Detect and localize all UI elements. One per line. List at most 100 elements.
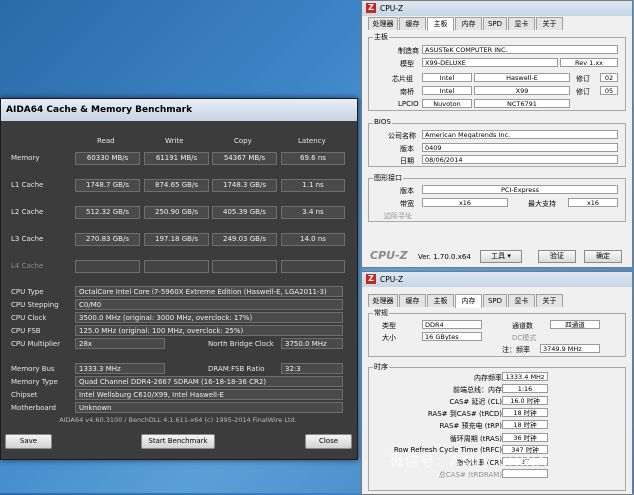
timings-group-title: 时序 (373, 362, 389, 372)
memory-read: 60330 MB/s (75, 152, 140, 165)
l2-write: 250.90 GB/s (144, 206, 209, 219)
chipset-name: Haswell-E (474, 73, 570, 82)
cpuz-logo-icon: Z (366, 3, 376, 13)
l2-read: 512.32 GB/s (75, 206, 140, 219)
tab2-spd[interactable]: SPD (483, 294, 507, 307)
lpcio-label: LPCIO (398, 100, 419, 108)
timing-label: 内存频率 (474, 374, 502, 382)
southbridge-rev: 05 (600, 86, 618, 95)
channels-label: 通道数 (512, 322, 533, 330)
cpuz-brand-text: CPU-Z (370, 249, 408, 262)
timing-value: 18 时钟 (502, 420, 548, 430)
l2-latency: 3.4 ns (281, 206, 345, 219)
cpu-stepping-value: C0/M0 (75, 299, 343, 310)
close-button[interactable]: Close (305, 434, 352, 449)
tab-mainboard[interactable]: 主板 (427, 17, 454, 31)
tab-spd[interactable]: SPD (483, 17, 507, 30)
timing-value: 16.0 时钟 (502, 396, 548, 406)
nb-freq-label: 注：频率 (502, 346, 530, 354)
row-label-l2: L2 Cache (11, 208, 44, 216)
tab-memory[interactable]: 内存 (455, 17, 482, 30)
l4-copy (212, 260, 277, 273)
mainboard-group-title: 主板 (373, 32, 389, 42)
southbridge-vendor: Intel (422, 86, 472, 95)
l3-latency: 14.0 ns (281, 233, 345, 246)
nb-clock-value: 3750.0 MHz (281, 338, 343, 349)
southbridge-name: X99 (474, 86, 570, 95)
mem-type-label: Memory Type (11, 378, 58, 386)
row-label-l4: L4 Cache (11, 262, 44, 270)
tab-about[interactable]: 关于 (536, 17, 563, 30)
max-supported-value: x16 (568, 198, 618, 207)
cpuz-mainboard-window: Z CPU-Z 处理器 缓存 主板 内存 SPD 显卡 关于 主板 制造商 AS… (361, 0, 633, 268)
aida-footer: AIDA64 v4.60.3100 / BenchDLL 4.1.611-x64… (59, 416, 297, 424)
l1-read: 1748.7 GB/s (75, 179, 140, 192)
timing-label: CAS# 延迟 (CL) (449, 398, 502, 407)
cpuz1-version: Ver. 1.70.0.x64 (418, 253, 471, 261)
tab2-memory[interactable]: 内存 (455, 294, 482, 308)
bios-group-title: BIOS (373, 118, 392, 126)
tab-caches[interactable]: 缓存 (399, 17, 426, 30)
model-label: 模型 (400, 60, 414, 68)
manufacturer-value: ASUSTeK COMPUTER INC. (422, 45, 618, 54)
memory-latency: 69.6 ns (281, 152, 345, 165)
side-band-label: 边际寻址 (384, 212, 412, 220)
cpu-type-label: CPU Type (11, 288, 44, 296)
tab2-about[interactable]: 关于 (536, 294, 563, 307)
memory-copy: 54367 MB/s (212, 152, 277, 165)
cpu-clock-value: 3500.0 MHz (original: 3000 MHz, overcloc… (75, 312, 343, 323)
chipset-label: Chipset (11, 391, 38, 399)
gfx-version-label: 版本 (400, 187, 414, 195)
row-label-l3: L3 Cache (11, 235, 44, 243)
tools-label: 工具 (491, 252, 506, 260)
timing-value: 36 时钟 (502, 432, 548, 442)
lpcio-vendor: Nuvoton (422, 99, 472, 108)
bios-date-label: 日期 (400, 157, 414, 165)
mem-size-label: 大小 (382, 334, 396, 342)
mem-bus-value: 1333.3 MHz (75, 363, 165, 374)
mem-bus-label: Memory Bus (11, 365, 55, 373)
tab2-mainboard[interactable]: 主板 (427, 294, 454, 307)
l3-write: 197.18 GB/s (144, 233, 209, 246)
cpu-mult-label: CPU Multiplier (11, 340, 61, 348)
l4-write (144, 260, 209, 273)
timing-label: 前端总线：内存 (453, 386, 502, 395)
tab-cpu[interactable]: 处理器 (368, 17, 398, 30)
bios-date-value: 08/06/2014 (422, 155, 618, 164)
lpcio-name: NCT6791 (474, 99, 570, 108)
dram-fsb-value: 32:3 (281, 363, 343, 374)
bios-version-value: 0409 (422, 143, 618, 152)
cpu-mult-value: 28x (75, 338, 165, 349)
start-benchmark-button[interactable]: Start Benchmark (141, 434, 215, 449)
chipset-vendor: Intel (422, 73, 472, 82)
col-latency: Latency (298, 137, 326, 145)
mem-type-value: Quad Channel DDR4-2667 SDRAM (16-18-18-3… (75, 376, 343, 387)
cpu-clock-label: CPU Clock (11, 314, 47, 322)
dc-mode-label: DC模式 (512, 334, 537, 342)
l1-write: 874.65 GB/s (144, 179, 209, 192)
row-label-memory: Memory (11, 154, 40, 162)
bios-brand-label: 公司名称 (388, 132, 416, 140)
aida64-title: AIDA64 Cache & Memory Benchmark (6, 105, 193, 115)
max-supported-label: 最大支持 (528, 200, 556, 208)
cpuz2-title: CPU-Z (380, 275, 404, 284)
tab-graphics[interactable]: 显卡 (508, 17, 535, 30)
ok-button[interactable]: 确定 (584, 250, 622, 263)
aida64-titlebar[interactable]: AIDA64 Cache & Memory Benchmark (1, 99, 357, 121)
l4-latency (281, 260, 345, 273)
cpuz1-title: CPU-Z (380, 4, 404, 13)
channels-value: 四通道 (550, 320, 600, 329)
mem-type-value-cpuz: DDR4 (422, 320, 482, 329)
chipset-rev: 02 (600, 73, 618, 82)
timing-label: 总CAS# (tRDRAM) (438, 470, 502, 479)
tab2-graphics[interactable]: 显卡 (508, 294, 535, 307)
tools-button[interactable]: 工具 ▾ (480, 250, 522, 263)
row-label-l1: L1 Cache (11, 181, 44, 189)
nb-freq-value: 3749.9 MHz (540, 344, 600, 353)
tab2-caches[interactable]: 缓存 (399, 294, 426, 307)
validate-button[interactable]: 验证 (538, 250, 576, 263)
cpuz1-titlebar[interactable]: Z CPU-Z (362, 1, 632, 16)
cpuz2-titlebar[interactable]: Z CPU-Z (362, 272, 632, 287)
save-button[interactable]: Save (5, 434, 52, 449)
tab2-cpu[interactable]: 处理器 (368, 294, 398, 307)
